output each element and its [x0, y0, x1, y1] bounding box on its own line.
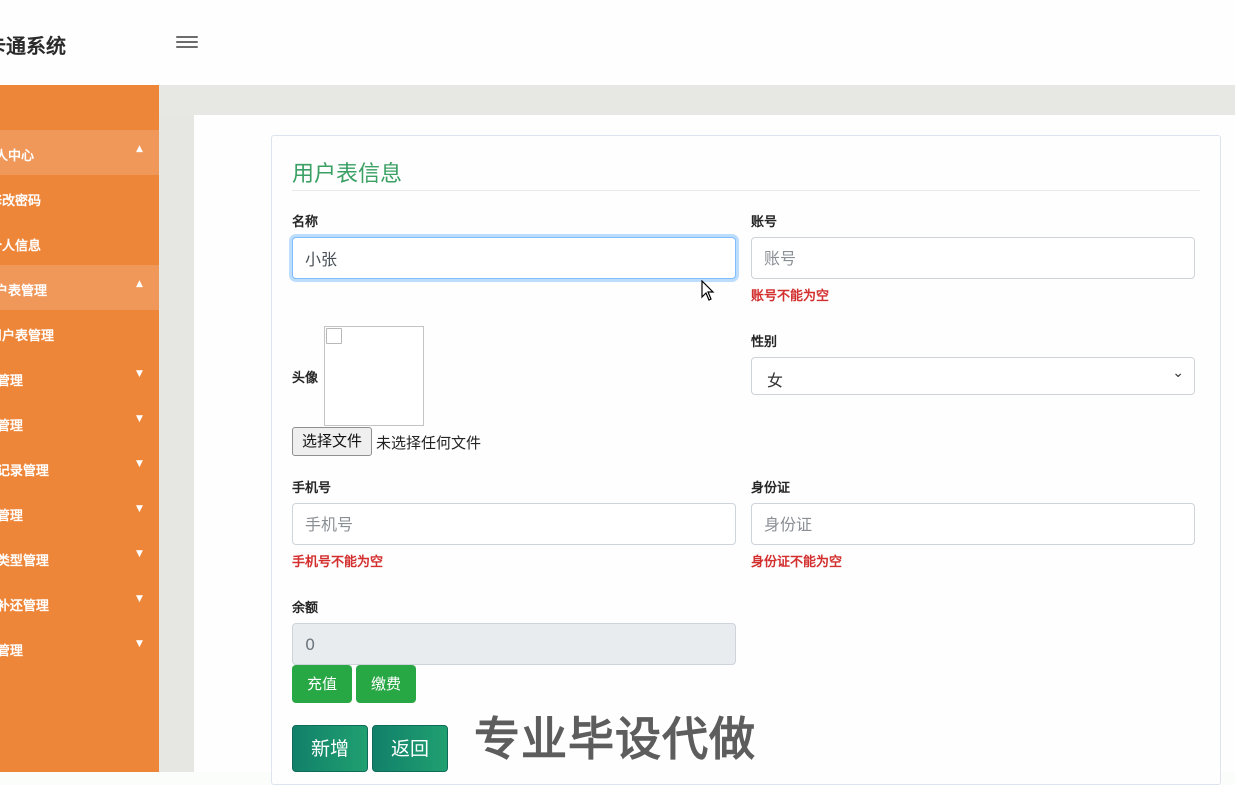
sidebar-item-label: ...类型管理 [0, 554, 49, 569]
mouse-cursor-icon [701, 280, 715, 301]
sidebar-item-change-password[interactable]: 修改密码 [0, 175, 159, 220]
idcard-input[interactable] [751, 503, 1195, 545]
balance-input[interactable] [292, 623, 736, 665]
idcard-error: 身份证不能为空 [751, 555, 843, 570]
sidebar-item-label: 修改密码 [0, 194, 42, 209]
sidebar-item-menu-6[interactable]: ...管理 ▼ [0, 400, 159, 445]
back-button[interactable]: 返回 [372, 725, 448, 772]
idcard-label: 身份证 [751, 481, 791, 496]
sidebar-item-menu-7[interactable]: ...记录管理 ▼ [0, 445, 159, 490]
caret-up-icon: ▲ [136, 144, 143, 154]
caret-up-icon: ▲ [136, 279, 143, 289]
account-label: 账号 [751, 215, 778, 230]
app-title: 卡通系统 [0, 34, 66, 58]
sidebar-item-menu-11[interactable]: ...管理 ▼ [0, 625, 159, 670]
sidebar-item-menu-8[interactable]: ...管理 ▼ [0, 490, 159, 535]
choose-file-button[interactable]: 选择文件 [292, 427, 372, 456]
sidebar-item-label: ...管理 [0, 644, 23, 659]
caret-down-icon: ▼ [136, 369, 143, 379]
account-error: 账号不能为空 [751, 289, 830, 304]
sidebar-item-label: 个人信息 [0, 239, 42, 254]
caret-down-icon: ▼ [136, 549, 143, 559]
caret-down-icon: ▼ [136, 459, 143, 469]
name-input[interactable] [292, 237, 736, 279]
gender-label: 性别 [751, 335, 778, 350]
account-input[interactable] [751, 237, 1195, 279]
title-divider [292, 190, 1200, 191]
form-title: 用户表信息 [292, 162, 403, 187]
hamburger-icon[interactable] [176, 33, 198, 53]
sidebar-item-menu-10[interactable]: ...补还管理 ▼ [0, 580, 159, 625]
sidebar-item-label: 个人中心 [0, 149, 35, 164]
sidebar-item-label: ...补还管理 [0, 599, 49, 614]
sidebar-item-user-table-manage[interactable]: 用户表管理 [0, 310, 159, 355]
balance-label: 余额 [292, 601, 319, 616]
sidebar-item-menu-9[interactable]: ...类型管理 ▼ [0, 535, 159, 580]
chevron-down-icon: ⌄ [1172, 365, 1184, 381]
sidebar-item-personal-center[interactable]: 个人中心 ▲ [0, 130, 159, 175]
sidebar-item-label: ...记录管理 [0, 464, 49, 479]
gender-value: 女 [767, 371, 784, 390]
sidebar-item-label: ...管理 [0, 374, 23, 389]
gender-select[interactable]: 女 ⌄ [751, 357, 1195, 395]
avatar-image [324, 326, 424, 426]
sidebar-item-label: ...管理 [0, 509, 23, 524]
watermark-text: 专业毕设代做 [474, 712, 756, 766]
sidebar: 个人中心 ▲ 修改密码 个人信息 用户表管理 ▲ 用户表管理 ...管理 ▼ .… [0, 85, 159, 772]
sidebar-item-label: 用户表管理 [0, 329, 55, 344]
phone-label: 手机号 [292, 481, 332, 496]
pay-button[interactable]: 缴费 [356, 665, 416, 703]
broken-image-icon [326, 328, 342, 344]
phone-input[interactable] [292, 503, 736, 545]
top-header: 卡通系统 [0, 0, 1235, 85]
recharge-button[interactable]: 充值 [292, 665, 352, 703]
add-button[interactable]: 新增 [292, 725, 368, 772]
file-status: 未选择任何文件 [376, 434, 482, 452]
avatar-label: 头像 [292, 371, 319, 386]
caret-down-icon: ▼ [136, 639, 143, 649]
sidebar-item-user-table[interactable]: 用户表管理 ▲ [0, 265, 159, 310]
sidebar-item-personal-info[interactable]: 个人信息 [0, 220, 159, 265]
sidebar-item-menu-5[interactable]: ...管理 ▼ [0, 355, 159, 400]
name-label: 名称 [292, 215, 319, 230]
caret-down-icon: ▼ [136, 414, 143, 424]
caret-down-icon: ▼ [136, 504, 143, 514]
sidebar-item-label: 用户表管理 [0, 284, 48, 299]
sidebar-item-label: ...管理 [0, 419, 23, 434]
phone-error: 手机号不能为空 [292, 555, 384, 570]
caret-down-icon: ▼ [136, 594, 143, 604]
